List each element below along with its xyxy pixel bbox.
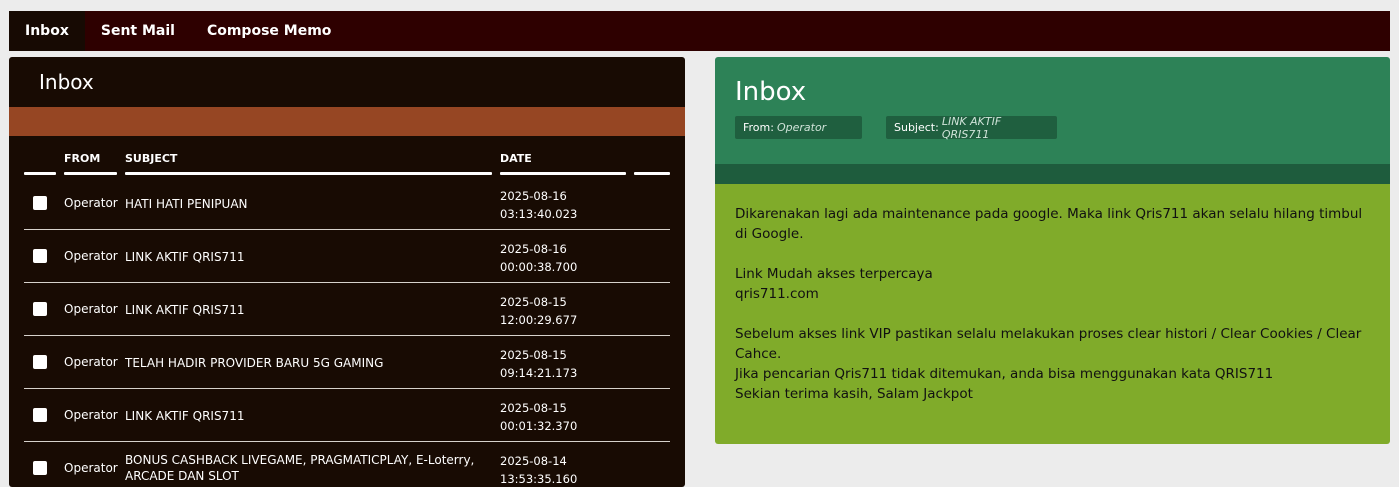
message-panel: Inbox From: Operator Subject: LINK AKTIF…	[715, 57, 1390, 444]
mail-table-header: FROM SUBJECT DATE	[24, 149, 670, 177]
table-row[interactable]: Operator LINK AKTIF QRIS711 2025-08-15 1…	[24, 283, 670, 336]
row-date-time: 12:00:29.677	[500, 313, 578, 327]
row-date: 2025-08-16 00:00:38.700	[500, 240, 577, 276]
tab-compose-memo[interactable]: Compose Memo	[191, 11, 347, 51]
from-value: Operator	[776, 121, 827, 134]
message-link[interactable]: qris711.com	[735, 284, 1370, 304]
row-date: 2025-08-15 09:14:21.173	[500, 346, 577, 382]
table-row[interactable]: Operator LINK AKTIF QRIS711 2025-08-15 0…	[24, 389, 670, 442]
message-divider-strip	[715, 164, 1390, 184]
row-checkbox[interactable]	[33, 302, 47, 316]
inbox-toolbar-bar	[9, 107, 685, 136]
row-date-day: 2025-08-16	[500, 189, 567, 203]
column-header-date[interactable]: DATE	[500, 152, 532, 165]
row-date-time: 09:14:21.173	[500, 366, 578, 380]
row-checkbox[interactable]	[33, 408, 47, 422]
row-from: Operator	[64, 196, 118, 210]
row-from: Operator	[64, 461, 118, 475]
row-subject[interactable]: LINK AKTIF QRIS711	[125, 302, 485, 318]
subject-value: LINK AKTIF QRIS711	[941, 114, 1002, 141]
column-sort-bar	[64, 172, 117, 175]
tab-sent-mail[interactable]: Sent Mail	[85, 11, 191, 51]
from-label: From:	[743, 121, 774, 134]
table-row[interactable]: Operator HATI HATI PENIPUAN 2025-08-16 0…	[24, 177, 670, 230]
message-line: Link Mudah akses terpercaya	[735, 266, 933, 282]
row-date-day: 2025-08-15	[500, 401, 567, 415]
row-subject[interactable]: LINK AKTIF QRIS711	[125, 249, 485, 265]
row-from: Operator	[64, 355, 118, 369]
row-date-time: 00:01:32.370	[500, 419, 578, 433]
row-date-time: 13:53:35.160	[500, 472, 578, 486]
column-sort-bar	[500, 172, 626, 175]
message-panel-title: Inbox	[735, 77, 807, 107]
column-header-subject[interactable]: SUBJECT	[125, 152, 177, 165]
row-date-day: 2025-08-16	[500, 242, 567, 256]
message-paragraph: Dikarenakan lagi ada maintenance pada go…	[735, 206, 1363, 242]
top-nav: Inbox Sent Mail Compose Memo	[9, 11, 1390, 51]
row-date: 2025-08-14 13:53:35.160	[500, 452, 577, 487]
row-from: Operator	[64, 302, 118, 316]
row-from: Operator	[64, 249, 118, 263]
row-checkbox[interactable]	[33, 249, 47, 263]
table-row[interactable]: Operator TELAH HADIR PROVIDER BARU 5G GA…	[24, 336, 670, 389]
row-date-time: 00:00:38.700	[500, 260, 578, 274]
message-paragraph: Sebelum akses link VIP pastikan selalu m…	[735, 326, 1362, 362]
row-date-day: 2025-08-15	[500, 295, 567, 309]
column-header-from[interactable]: FROM	[64, 152, 100, 165]
table-row[interactable]: Operator BONUS CASHBACK LIVEGAME, PRAGMA…	[24, 442, 670, 487]
row-date-day: 2025-08-15	[500, 348, 567, 362]
message-header: Inbox From: Operator Subject: LINK AKTIF…	[715, 57, 1390, 164]
row-subject[interactable]: BONUS CASHBACK LIVEGAME, PRAGMATICPLAY, …	[125, 452, 485, 484]
inbox-panel-title: Inbox	[39, 70, 94, 94]
column-sort-bar	[24, 172, 56, 175]
row-checkbox[interactable]	[33, 461, 47, 475]
row-subject[interactable]: TELAH HADIR PROVIDER BARU 5G GAMING	[125, 355, 485, 371]
message-line: Jika pencarian Qris711 tidak ditemukan, …	[735, 366, 1274, 382]
from-badge: From: Operator	[735, 116, 862, 139]
row-checkbox[interactable]	[33, 196, 47, 210]
column-sort-bar	[125, 172, 492, 175]
table-row[interactable]: Operator LINK AKTIF QRIS711 2025-08-16 0…	[24, 230, 670, 283]
tab-inbox[interactable]: Inbox	[9, 11, 85, 51]
subject-label: Subject:	[894, 121, 939, 134]
row-from: Operator	[64, 408, 118, 422]
row-date: 2025-08-16 03:13:40.023	[500, 187, 577, 223]
message-line: Sekian terima kasih, Salam Jackpot	[735, 386, 973, 402]
row-subject[interactable]: LINK AKTIF QRIS711	[125, 408, 485, 424]
mail-table: FROM SUBJECT DATE Operator HATI HATI PEN…	[24, 149, 670, 487]
row-date: 2025-08-15 12:00:29.677	[500, 293, 577, 329]
subject-badge: Subject: LINK AKTIF QRIS711	[886, 114, 1057, 141]
inbox-panel: Inbox FROM SUBJECT DATE Operator HATI HA…	[9, 57, 685, 487]
column-sort-bar	[634, 172, 670, 175]
row-subject[interactable]: HATI HATI PENIPUAN	[125, 196, 485, 212]
row-date: 2025-08-15 00:01:32.370	[500, 399, 577, 435]
row-date-day: 2025-08-14	[500, 454, 567, 468]
message-body: Dikarenakan lagi ada maintenance pada go…	[715, 184, 1390, 444]
row-checkbox[interactable]	[33, 355, 47, 369]
row-date-time: 03:13:40.023	[500, 207, 578, 221]
